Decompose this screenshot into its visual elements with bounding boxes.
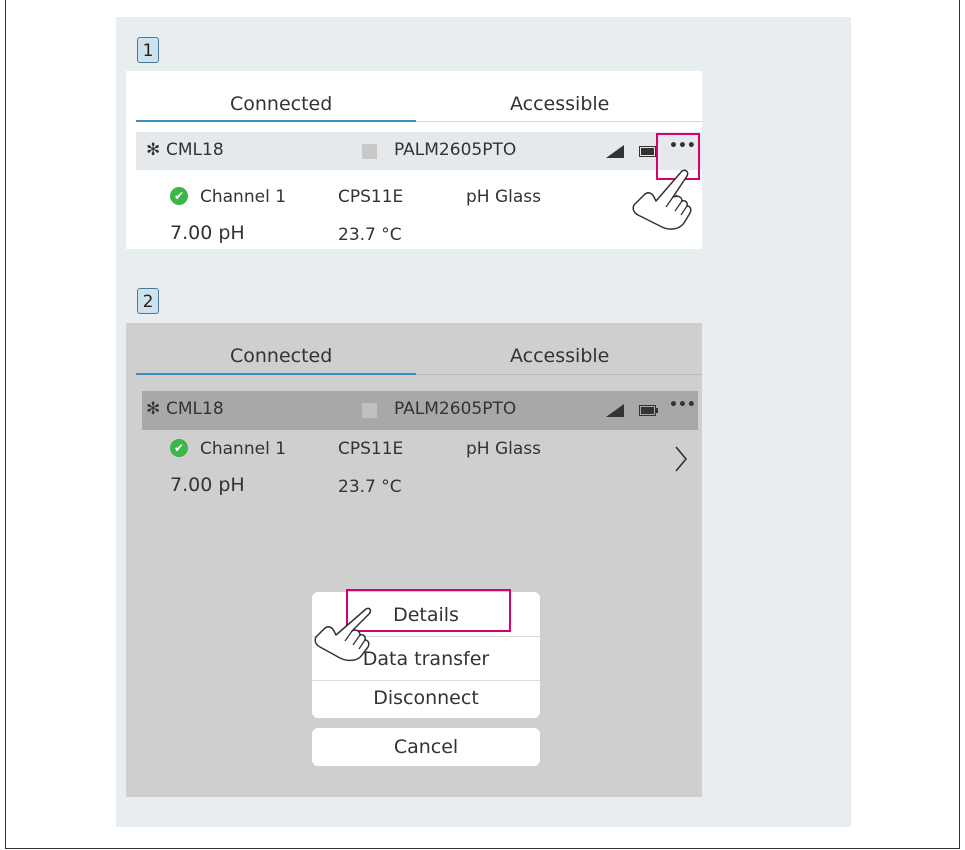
hand-pointer-icon [632,169,692,230]
tab-connected-indicator [136,120,416,122]
step-1-label: 1 [137,37,159,63]
bluetooth-icon: ✻ [146,399,161,419]
tab-connected-indicator [136,373,416,375]
signal-icon [606,145,624,158]
screen-1: Connected Accessible ✻ CML18 PALM2605PTO… [126,71,702,249]
channel-sensor: CPS11E [338,439,404,459]
check-icon: ✔ [170,439,188,457]
more-icon[interactable]: ••• [669,397,696,413]
device-row[interactable]: ✻ CML18 PALM2605PTO ••• [142,391,698,430]
screen-2: Connected Accessible ✻ CML18 PALM2605PTO… [126,323,702,797]
menu-disconnect[interactable]: Disconnect [312,678,540,718]
device-id: PALM2605PTO [394,140,517,160]
signal-icon [606,404,624,417]
bluetooth-icon: ✻ [146,140,161,160]
channel-name: Channel 1 [200,187,287,207]
channel-temperature: 23.7 °C [338,477,402,497]
hand-pointer-icon [314,607,372,662]
cancel-button[interactable]: Cancel [312,728,540,766]
check-icon: ✔ [170,187,188,205]
device-row[interactable]: ✻ CML18 PALM2605PTO ••• [136,132,702,170]
channel-temperature: 23.7 °C [338,225,402,245]
channel-value: 7.00 pH [170,222,245,244]
cancel-button-container: Cancel [312,728,540,766]
channel-name: Channel 1 [200,439,287,459]
device-status-square [362,144,377,159]
tab-connected[interactable]: Connected [230,93,332,115]
step-2-label: 2 [137,288,159,314]
device-id: PALM2605PTO [394,399,517,419]
device-name: CML18 [166,140,224,160]
tab-accessible[interactable]: Accessible [510,345,609,367]
channel-sensor: CPS11E [338,187,404,207]
device-name: CML18 [166,399,224,419]
tab-accessible[interactable]: Accessible [510,93,609,115]
channel-type: pH Glass [466,187,542,207]
tab-divider [416,374,702,375]
battery-icon [639,405,658,416]
channel-value: 7.00 pH [170,474,245,496]
device-status-square [362,403,377,418]
chevron-right-icon[interactable] [674,445,688,473]
tab-divider [416,121,702,122]
channel-type: pH Glass [466,439,542,459]
tab-connected[interactable]: Connected [230,345,332,367]
